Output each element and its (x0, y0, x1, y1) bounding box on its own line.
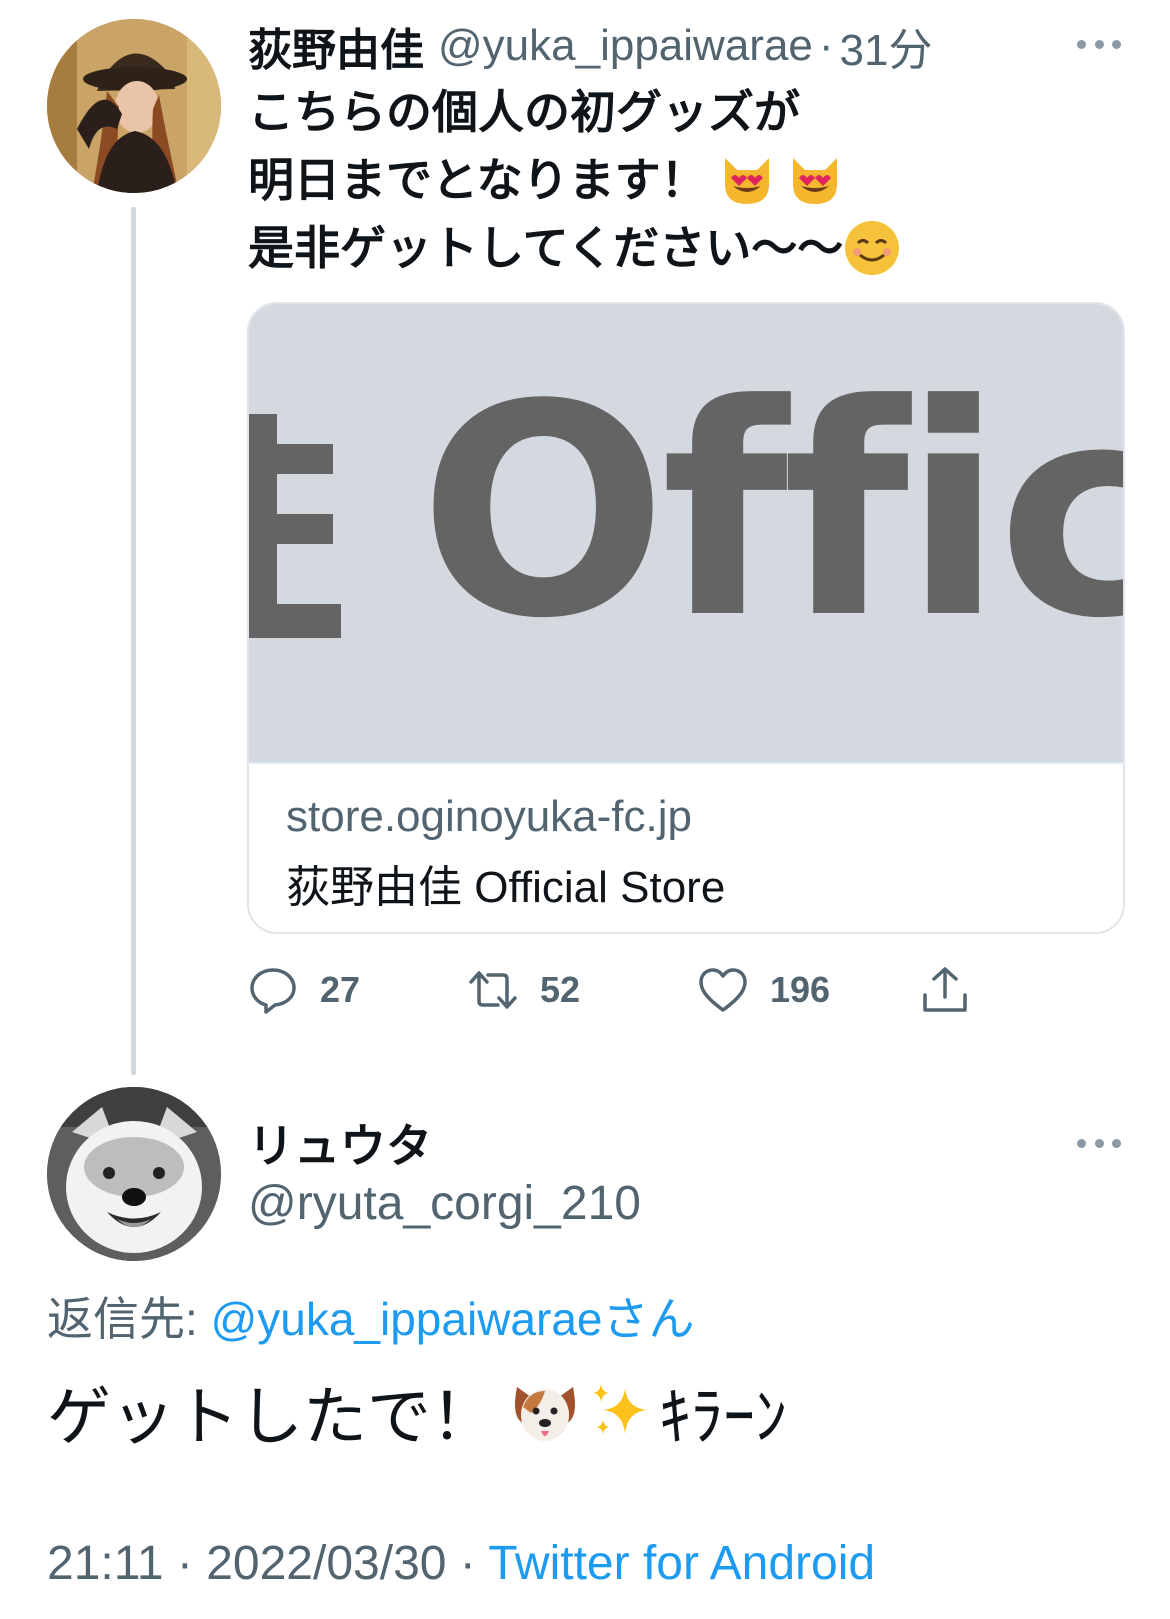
avatar-ryuta[interactable] (47, 1087, 221, 1261)
tweet2-source-link[interactable]: Twitter for Android (488, 1537, 875, 1590)
image-glyph-fragment (249, 414, 341, 638)
card-divider (249, 762, 1123, 764)
tweet1-text: こちらの個人の初グッズが 明日までとなります！ 是非ゲットしてください〜〜 (248, 78, 1128, 282)
header-separator: · (818, 21, 834, 70)
heart-icon (699, 968, 747, 1012)
tweet1-display-name[interactable]: 荻野由佳 (248, 14, 424, 78)
dog-face-icon (515, 1387, 575, 1441)
tweet1-text-line1: こちらの個人の初グッズが (248, 86, 800, 138)
smiling-face-icon (845, 221, 900, 275)
link-preview-image: Officia (249, 304, 1123, 762)
link-preview-title: 荻野由佳 Official Store (286, 863, 726, 912)
retweet-count: 52 (540, 969, 581, 1010)
link-preview-image-text: Officia (419, 342, 1123, 682)
reply-count: 27 (320, 969, 361, 1010)
meta-separator: · (446, 1537, 489, 1590)
reply-context: 返信先: @yuka_ippaiwaraeさん (47, 1283, 694, 1349)
tweet2-handle[interactable]: @ryuta_corgi_210 (248, 1176, 641, 1231)
retweet-icon (469, 971, 517, 1009)
tweet1-text-line3: 是非ゲットしてください〜〜 (248, 222, 844, 274)
tweet2-text: ゲットしたで！ ｷﾗｰﾝ (47, 1372, 787, 1453)
tweet2-time[interactable]: 21:11 (47, 1537, 164, 1590)
meta-separator: · (163, 1537, 207, 1590)
more-options-icon[interactable] (1077, 38, 1121, 50)
tweet2-metadata: 21:11 · 2022/03/30 · Twitter for Android (47, 1536, 875, 1591)
like-button[interactable]: 196 (698, 960, 830, 1020)
avatar-photo (47, 1087, 221, 1261)
share-button[interactable] (920, 960, 970, 1020)
tweet1-text-line2: 明日までとなります！ (248, 154, 707, 206)
tweet2-date[interactable]: 2022/03/30 (206, 1537, 446, 1590)
reply-prefix: 返信先: (47, 1293, 211, 1345)
reply-button[interactable]: 27 (248, 960, 360, 1020)
avatar-yuka[interactable] (47, 19, 221, 193)
like-count: 196 (770, 969, 831, 1010)
tweet1-timestamp[interactable]: 31分 (840, 14, 933, 78)
heart-eyes-cat-icon (792, 158, 837, 204)
avatar-photo (47, 19, 221, 193)
reply-icon (250, 968, 296, 1014)
retweet-button[interactable]: 52 (468, 960, 580, 1020)
link-preview-domain: store.oginoyuka-fc.jp (286, 792, 692, 841)
tweet2-text-tail: ｷﾗｰﾝ (659, 1381, 787, 1453)
tweet1-header: 荻野由佳 @yuka_ippaiwarae · 31分 (248, 14, 933, 78)
thread-connector-line (131, 207, 136, 1075)
heart-eyes-cat-icon (724, 158, 769, 204)
share-icon (923, 967, 967, 1012)
tweet1-handle[interactable]: @yuka_ippaiwarae (438, 21, 813, 71)
link-preview-card[interactable]: Officia store.oginoyuka-fc.jp 荻野由佳 Offic… (247, 302, 1125, 934)
tweet-thread: 荻野由佳 @yuka_ippaiwarae · 31分 こちらの個人の初グッズが… (0, 0, 1170, 1619)
sparkles-icon (593, 1384, 647, 1434)
more-options-icon[interactable] (1077, 1137, 1121, 1149)
tweet2-display-name[interactable]: リュウタ (248, 1110, 432, 1176)
reply-mention-link[interactable]: @yuka_ippaiwaraeさん (211, 1293, 695, 1345)
tweet2-text-main: ゲットしたで！ (47, 1381, 495, 1453)
